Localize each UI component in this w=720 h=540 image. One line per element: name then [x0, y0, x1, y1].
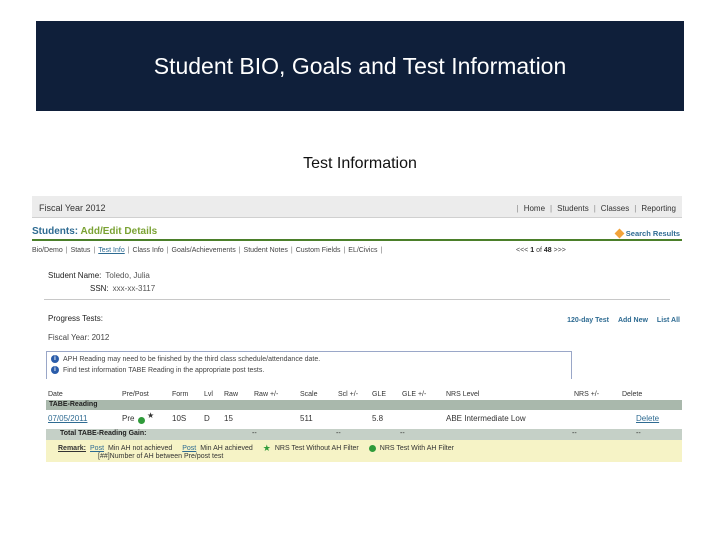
gain-scale-delta: --	[336, 430, 341, 437]
remark-text: Min AH not achieved	[108, 445, 173, 452]
page-heading-title: Students:	[32, 226, 79, 237]
remark-text: Min AH achieved	[200, 445, 253, 452]
slide-subtitle: Test Information	[303, 155, 417, 172]
fiscal-year-label: Fiscal Year 2012	[39, 203, 106, 213]
header-divider	[32, 239, 682, 241]
col-gle-delta: GLE +/-	[402, 391, 427, 398]
progress-tests-title: Progress Tests:	[48, 314, 103, 323]
notice-line: i Find test information TABE Reading in …	[51, 366, 264, 374]
tab-status[interactable]: Status	[71, 247, 91, 254]
pager-next[interactable]: >>>	[554, 247, 566, 254]
remark-label: Remark:	[58, 445, 87, 452]
col-raw: Raw	[224, 391, 239, 398]
pager-current: 1	[530, 247, 535, 254]
record-pager: <<< 1 of 48 >>>	[516, 247, 566, 254]
cell-scale: 511	[300, 414, 313, 423]
tab-student-notes[interactable]: Student Notes	[244, 247, 288, 254]
remark-footnote: [##]Number of AH between Pre/post test	[98, 453, 224, 460]
green-dot-icon	[368, 445, 376, 452]
progress-links: 120-day Test Add New List All	[567, 317, 680, 324]
tab-test-info[interactable]: Test Info	[98, 247, 124, 254]
notice-box: i APH Reading may need to be finished by…	[46, 351, 572, 379]
star-icon: ★	[262, 443, 271, 453]
col-nrs-delta: NRS +/-	[574, 391, 600, 398]
notice-line: i APH Reading may need to be finished by…	[51, 355, 320, 363]
pager-prev[interactable]: <<<	[516, 247, 528, 254]
cell-lvl: D	[204, 414, 210, 423]
notice-text: Find test information TABE Reading in th…	[63, 366, 265, 374]
link-list-all[interactable]: List All	[657, 317, 680, 324]
diamond-icon	[614, 228, 625, 239]
remark-post-tag: Post	[182, 445, 197, 452]
col-scale: Scale	[300, 391, 318, 398]
remark-text: NRS Test With AH Filter	[379, 445, 454, 452]
col-gle: GLE	[372, 391, 387, 398]
cell-nrs-level: ABE Intermediate Low	[446, 414, 526, 423]
nav-home[interactable]: Home	[524, 204, 545, 213]
page-heading: Students: Add/Edit Details	[32, 226, 157, 237]
col-raw-delta: Raw +/-	[254, 391, 279, 398]
delete-link[interactable]: Delete	[636, 414, 659, 423]
top-nav: | Home | Students | Classes | Reporting	[516, 204, 676, 213]
col-prepost: Pre/Post	[122, 391, 149, 398]
gain-label: Total TABE-Reading Gain:	[60, 430, 147, 437]
gain-summary-row: Total TABE-Reading Gain: -- -- -- -- --	[46, 429, 682, 440]
student-name-value: Toledo, Julia	[105, 271, 150, 280]
student-ssn-value: xxx-xx-3117	[112, 284, 156, 293]
star-icon: ★	[147, 411, 155, 420]
col-form: Form	[172, 391, 189, 398]
student-ssn-label: SSN:	[90, 284, 109, 293]
detail-tabs: Bio/Demo | Status | Test Info | Class Info |…	[32, 247, 383, 254]
cell-prepost: Pre	[122, 414, 135, 423]
gain-end: --	[636, 430, 641, 437]
notice-text: APH Reading may need to be finished by t…	[63, 355, 321, 363]
gain-gle-delta: --	[400, 430, 405, 437]
col-scl-delta: Scl +/-	[338, 391, 359, 398]
col-delete: Delete	[622, 391, 643, 398]
pager-of: of	[536, 247, 542, 254]
progress-fiscal-year: Fiscal Year: 2012	[48, 333, 110, 342]
info-icon: i	[51, 355, 59, 363]
nav-students[interactable]: Students	[557, 204, 589, 213]
search-results-label: Search Results	[625, 229, 680, 238]
screenshot-panel: Fiscal Year 2012 | Home | Students | Cla…	[32, 196, 682, 470]
student-name-label: Student Name:	[48, 271, 102, 280]
student-ssn: SSN: xxx-xx-3117	[90, 284, 155, 293]
student-name: Student Name: Toledo, Julia	[48, 271, 150, 280]
table-section-band: TABE-Reading	[46, 400, 682, 410]
tab-class-info[interactable]: Class Info	[133, 247, 164, 254]
test-date-link[interactable]: 07/05/2011	[48, 414, 87, 423]
gain-raw-delta: --	[252, 430, 257, 437]
tab-goals-achievements[interactable]: Goals/Achievements	[172, 247, 236, 254]
cell-gle: 5.8	[372, 414, 384, 423]
tab-custom-fields[interactable]: Custom Fields	[296, 247, 341, 254]
remark-legend: Remark: Post Min AH not achieved Post Mi…	[46, 440, 682, 462]
page-heading-subtitle: Add/Edit Details	[80, 226, 158, 237]
section-divider	[44, 299, 670, 300]
nav-reporting[interactable]: Reporting	[641, 204, 676, 213]
info-icon: i	[51, 366, 59, 374]
tab-bio-demo[interactable]: Bio/Demo	[32, 247, 63, 254]
cell-raw: 15	[224, 414, 233, 423]
nav-classes[interactable]: Classes	[601, 204, 629, 213]
col-nrs-level: NRS Level	[446, 391, 480, 398]
col-lvl: Lvl	[204, 391, 213, 398]
top-bar: Fiscal Year 2012 | Home | Students | Cla…	[32, 196, 682, 218]
link-120-day-test[interactable]: 120-day Test	[567, 317, 609, 324]
tab-el-civics[interactable]: EL/Civics	[348, 247, 377, 254]
table-row: 07/05/2011 Pre ★ 10S D 15 511 5.8 ABE In…	[46, 411, 682, 425]
slide-title-banner: Student BIO, Goals and Test Information	[36, 21, 684, 111]
gain-nrs-delta: --	[572, 430, 577, 437]
slide-title: Student BIO, Goals and Test Information	[153, 52, 567, 79]
remark-post-tag: Post	[90, 445, 105, 452]
search-results-link[interactable]: Search Results	[614, 228, 680, 239]
link-add-new[interactable]: Add New	[618, 317, 648, 324]
col-date: Date	[48, 391, 63, 398]
table-section-label: TABE-Reading	[49, 401, 98, 408]
cell-form: 10S	[172, 414, 187, 423]
pager-total: 48	[543, 247, 552, 254]
remark-text: NRS Test Without AH Filter	[274, 445, 359, 452]
